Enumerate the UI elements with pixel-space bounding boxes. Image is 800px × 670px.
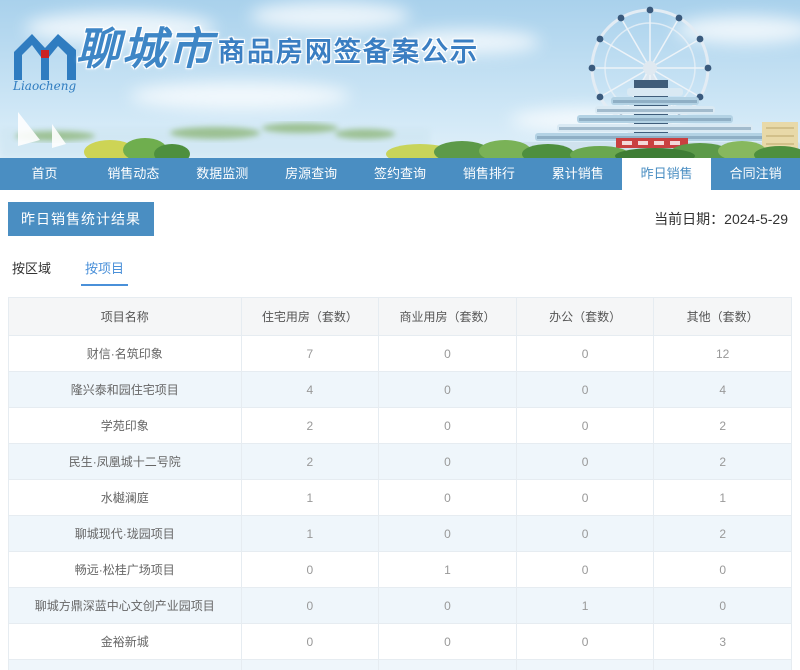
count-cell: 0 <box>240 551 380 588</box>
count-cell: 1 <box>515 659 655 670</box>
nav-item[interactable]: 昨日销售 <box>622 158 712 190</box>
site-title: 聊城市 商品房网签备案公示 <box>76 28 479 72</box>
count-cell: 0 <box>378 623 517 660</box>
nav-item[interactable]: 累计销售 <box>533 158 622 190</box>
nav-item[interactable]: 销售排行 <box>444 158 533 190</box>
site-name: 聊城市 <box>76 25 214 74</box>
sales-stats-table: 项目名称 住宅用房（套数） 商业用房（套数） 办公（套数） 其他（套数） 财信·名筑印象… <box>8 297 792 670</box>
count-cell: 0 <box>515 551 655 588</box>
count-cell: 3 <box>653 623 792 660</box>
count-cell: 4 <box>653 371 792 408</box>
tab[interactable]: 按项目 <box>81 258 129 286</box>
count-cell: 26 <box>653 659 792 670</box>
column-header: 其他（套数） <box>653 297 792 336</box>
current-date-label: 当前日期：2024-5-29 <box>654 211 788 227</box>
logo-script-text: Liaocheng <box>12 79 76 93</box>
project-name-cell: 合计 <box>8 659 242 670</box>
project-name-cell: 隆兴泰和园住宅项目 <box>8 371 242 408</box>
column-header: 办公（套数） <box>515 297 655 336</box>
count-cell: 0 <box>378 407 517 444</box>
count-cell: 0 <box>515 407 655 444</box>
nav-bar: 首页 销售动态 数据监测 房源查询 签约查询 销售排行 累计销售 昨日销售 合同注销 <box>0 158 800 190</box>
table-row: 水樾澜庭 1 0 0 1 <box>8 479 792 516</box>
project-name-cell: 民生·凤凰城十二号院 <box>8 443 242 480</box>
table-header-row: 项目名称 住宅用房（套数） 商业用房（套数） 办公（套数） 其他（套数） <box>8 297 792 336</box>
count-cell: 12 <box>653 335 792 372</box>
count-cell: 0 <box>515 515 655 552</box>
count-cell: 0 <box>378 443 517 480</box>
project-name-cell: 金裕新城 <box>8 623 242 660</box>
section-title-badge: 昨日销售统计结果 <box>8 202 154 236</box>
project-name-cell: 畅远·松桂广场项目 <box>8 551 242 588</box>
count-cell: 2 <box>653 515 792 552</box>
project-name-cell: 学苑印象 <box>8 407 242 444</box>
count-cell: 0 <box>515 335 655 372</box>
table-row: 民生·凤凰城十二号院 2 0 0 2 <box>8 443 792 480</box>
table-row: 聊城现代·珑园项目 1 0 0 2 <box>8 515 792 552</box>
logo-m-icon: Liaocheng <box>12 34 76 93</box>
count-cell: 0 <box>515 479 655 516</box>
site-subtitle: 商品房网签备案公示 <box>218 37 479 67</box>
count-cell: 0 <box>240 587 380 624</box>
project-name-cell: 聊城现代·珑园项目 <box>8 515 242 552</box>
header-banner: Liaocheng 聊城市 商品房网签备案公示 <box>0 0 800 158</box>
nav-item[interactable]: 合同注销 <box>711 158 800 190</box>
table-row: 隆兴泰和园住宅项目 4 0 0 4 <box>8 371 792 408</box>
project-name-cell: 财信·名筑印象 <box>8 335 242 372</box>
column-header: 住宅用房（套数） <box>240 297 380 336</box>
count-cell: 2 <box>240 407 380 444</box>
nav-item[interactable]: 销售动态 <box>89 158 178 190</box>
count-cell: 0 <box>378 515 517 552</box>
count-cell: 1 <box>378 659 517 670</box>
main-content: 昨日销售统计结果 当前日期：2024-5-29 按区域 按项目 项目名称 住宅用房（… <box>0 202 800 670</box>
count-cell: 0 <box>378 371 517 408</box>
count-cell: 7 <box>240 335 380 372</box>
count-cell: 2 <box>240 443 380 480</box>
count-cell: 1 <box>378 551 517 588</box>
tab[interactable]: 按区域 <box>8 258 55 286</box>
column-header: 项目名称 <box>8 297 242 336</box>
count-cell: 0 <box>378 335 517 372</box>
count-cell: 4 <box>240 371 380 408</box>
table-row: 学苑印象 2 0 0 2 <box>8 407 792 444</box>
count-cell: 0 <box>240 623 380 660</box>
table-row: 财信·名筑印象 7 0 0 12 <box>8 335 792 372</box>
count-cell: 2 <box>653 407 792 444</box>
count-cell: 1 <box>653 479 792 516</box>
site-logo: Liaocheng <box>12 30 78 94</box>
nav-item[interactable]: 房源查询 <box>267 158 356 190</box>
count-cell: 1 <box>515 587 655 624</box>
project-name-cell: 水樾澜庭 <box>8 479 242 516</box>
table-row: 金裕新城 0 0 0 3 <box>8 623 792 660</box>
table-body: 财信·名筑印象 7 0 0 12 隆兴泰和园住宅项目 4 0 0 4 学苑印象 2 0 0 2 民生·凤凰城十… <box>8 335 792 670</box>
count-cell: 0 <box>515 623 655 660</box>
table-row: 畅远·松桂广场项目 0 1 0 0 <box>8 551 792 588</box>
nav-item[interactable]: 签约查询 <box>356 158 445 190</box>
count-cell: 1 <box>240 479 380 516</box>
count-cell: 2 <box>653 443 792 480</box>
count-cell: 0 <box>378 587 517 624</box>
view-tabs: 按区域 按项目 <box>8 258 792 286</box>
count-cell: 0 <box>515 443 655 480</box>
count-cell: 0 <box>653 551 792 588</box>
count-cell: 0 <box>515 371 655 408</box>
table-row: 合计171126 <box>8 659 792 670</box>
ferris-wheel-skyline-illustration <box>0 2 800 158</box>
column-header: 商业用房（套数） <box>378 297 517 336</box>
nav-item[interactable]: 数据监测 <box>178 158 267 190</box>
table-row: 聊城方鼎深蓝中心文创产业园项目 0 0 1 0 <box>8 587 792 624</box>
count-cell: 0 <box>378 479 517 516</box>
nav-item[interactable]: 首页 <box>0 158 89 190</box>
count-cell: 0 <box>653 587 792 624</box>
count-cell: 1 <box>240 515 380 552</box>
project-name-cell: 聊城方鼎深蓝中心文创产业园项目 <box>8 587 242 624</box>
count-cell: 17 <box>240 659 380 670</box>
